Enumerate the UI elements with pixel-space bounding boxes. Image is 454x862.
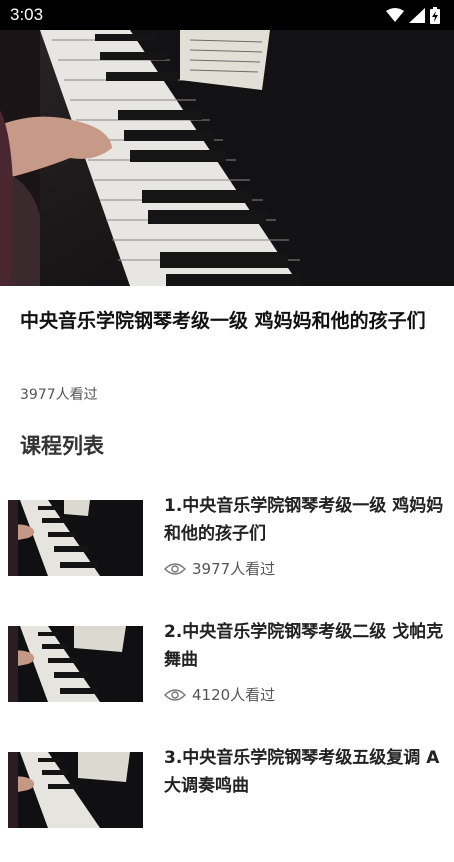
- course-thumbnail: [8, 626, 143, 702]
- video-player[interactable]: [0, 30, 454, 286]
- course-list-item-3[interactable]: 3.中央音乐学院钢琴考级五级复调 A大调奏鸣曲: [0, 748, 454, 862]
- status-time: 3:03: [10, 5, 44, 24]
- wifi-icon: [386, 8, 404, 22]
- course-list-heading: 课程列表: [20, 434, 104, 458]
- course-view-info: 4120人看过: [164, 684, 275, 705]
- course-view-count: 3977人看过: [192, 560, 276, 578]
- battery-icon: [430, 6, 440, 24]
- eye-icon: [164, 688, 186, 701]
- course-list-item-2[interactable]: 2.中央音乐学院钢琴考级二级 戈帕克舞曲 4120人看过: [0, 622, 454, 736]
- video-thumbnail-image: [0, 30, 454, 286]
- status-bar: 3:03: [0, 0, 454, 30]
- course-title: 3.中央音乐学院钢琴考级五级复调 A大调奏鸣曲: [164, 748, 440, 796]
- course-title: 2.中央音乐学院钢琴考级二级 戈帕克舞曲: [164, 622, 444, 670]
- video-title: 中央音乐学院钢琴考级一级 鸡妈妈和他的孩子们: [20, 310, 426, 332]
- course-view-info: 3977人看过: [164, 558, 275, 579]
- video-view-count: 3977人看过: [20, 387, 98, 403]
- course-list-item-1[interactable]: 1.中央音乐学院钢琴考级一级 鸡妈妈和他的孩子们 3977人看过: [0, 496, 454, 610]
- signal-icon: [409, 7, 425, 23]
- piano-thumbnail-image: [8, 752, 143, 828]
- course-title: 1.中央音乐学院钢琴考级一级 鸡妈妈和他的孩子们: [164, 496, 444, 544]
- piano-thumbnail-image: [8, 626, 143, 702]
- course-thumbnail: [8, 752, 143, 828]
- eye-icon: [164, 562, 186, 575]
- piano-thumbnail-image: [8, 500, 143, 576]
- course-thumbnail: [8, 500, 143, 576]
- course-view-count: 4120人看过: [192, 686, 276, 704]
- status-icons: [386, 6, 440, 24]
